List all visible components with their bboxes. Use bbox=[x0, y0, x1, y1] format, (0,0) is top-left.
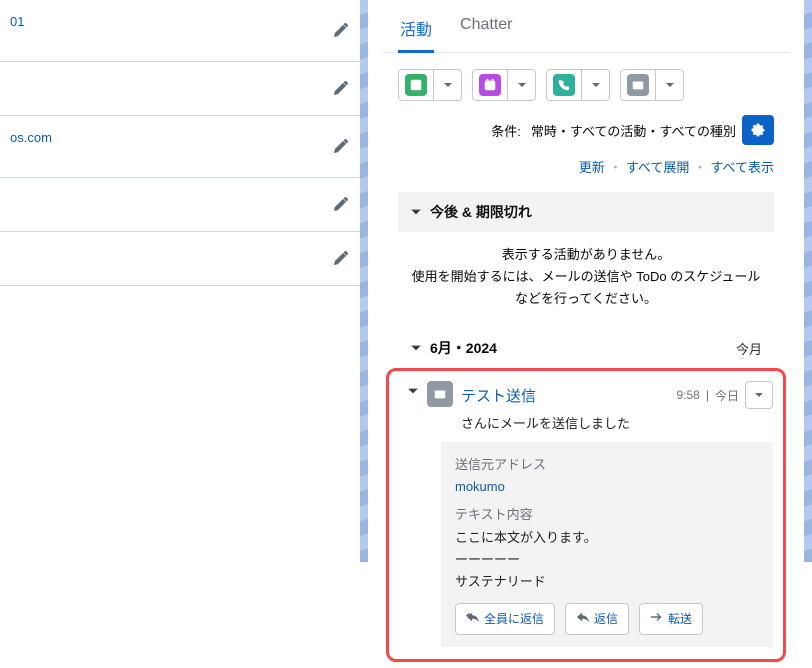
pipe-separator: | bbox=[706, 388, 709, 402]
pencil-icon[interactable] bbox=[332, 197, 348, 213]
activity-panel: 活動 Chatter bbox=[382, 0, 790, 668]
activity-tabs: 活動 Chatter bbox=[382, 6, 790, 53]
filter-prefix: 条件: bbox=[491, 121, 521, 140]
activity-actions: 全員に返信 返信 転送 bbox=[455, 603, 759, 635]
pencil-icon[interactable] bbox=[332, 139, 348, 155]
field-value-link[interactable]: 01 bbox=[10, 14, 24, 29]
tab-activity[interactable]: 活動 bbox=[398, 10, 434, 53]
highlighted-activity-item: テスト送信 9:58 | 今日 さんにメールを送信しました bbox=[386, 368, 786, 662]
activity-day: 今日 bbox=[715, 387, 739, 404]
reply-icon bbox=[576, 609, 590, 629]
reply-button[interactable]: 返信 bbox=[565, 603, 629, 635]
email-icon bbox=[427, 381, 453, 407]
filter-settings-button[interactable] bbox=[742, 115, 774, 145]
from-address-label: 送信元アドレス bbox=[455, 454, 759, 476]
detail-field-row: os.com bbox=[0, 116, 360, 178]
record-detail-panel: 01 os.com bbox=[0, 0, 360, 562]
detail-field-row bbox=[0, 232, 360, 286]
text-body-tail: サステナリード bbox=[455, 571, 759, 593]
filter-value: 常時・すべての活動・すべての種別 bbox=[531, 121, 736, 140]
pencil-icon[interactable] bbox=[332, 251, 348, 267]
chevron-down-icon bbox=[754, 390, 764, 400]
phone-icon bbox=[553, 74, 575, 96]
from-address-link[interactable]: mokumo bbox=[455, 476, 759, 498]
reply-all-label: 全員に返信 bbox=[484, 609, 544, 629]
activity-link-row: 更新 ・ すべて展開 ・ すべて表示 bbox=[382, 149, 790, 192]
event-dropdown-caret[interactable] bbox=[508, 69, 536, 101]
empty-line-1: 表示する活動がありません。 bbox=[406, 244, 766, 266]
pencil-icon[interactable] bbox=[332, 81, 348, 97]
send-email-button[interactable] bbox=[620, 69, 656, 101]
expand-all-link[interactable]: すべて展開 bbox=[626, 157, 690, 176]
detail-field-row bbox=[0, 178, 360, 232]
activity-time-value: 9:58 bbox=[677, 388, 700, 402]
show-all-link[interactable]: すべて表示 bbox=[710, 157, 774, 176]
reply-label: 返信 bbox=[594, 609, 618, 629]
tab-chatter[interactable]: Chatter bbox=[458, 10, 514, 53]
upcoming-title: 今後 & 期限切れ bbox=[430, 202, 532, 222]
reply-all-button[interactable]: 全員に返信 bbox=[455, 603, 555, 635]
empty-line-2: 使用を開始するには、メールの送信や ToDo のスケジュールなどを行ってください… bbox=[406, 266, 766, 310]
chevron-down-icon bbox=[410, 206, 422, 218]
month-label: 6月・2024 bbox=[430, 338, 497, 358]
calendar-icon bbox=[479, 74, 501, 96]
activity-subtitle: さんにメールを送信しました bbox=[461, 413, 773, 432]
detail-field-row bbox=[0, 62, 360, 116]
dot-separator: ・ bbox=[609, 157, 622, 176]
month-badge: 今月 bbox=[736, 339, 762, 358]
detail-field-row: 01 bbox=[0, 0, 360, 62]
text-body-1: ここに本文が入ります。 bbox=[455, 527, 759, 549]
activity-title-link[interactable]: テスト送信 bbox=[461, 385, 536, 406]
email-dropdown-caret[interactable] bbox=[656, 69, 684, 101]
reply-all-icon bbox=[466, 609, 480, 629]
forward-button[interactable]: 転送 bbox=[639, 603, 703, 635]
new-event-button[interactable] bbox=[472, 69, 508, 101]
filter-line: 条件: 常時・すべての活動・すべての種別 bbox=[382, 115, 790, 149]
pencil-icon[interactable] bbox=[332, 23, 348, 39]
text-content-label: テキスト内容 bbox=[455, 504, 759, 526]
forward-icon bbox=[650, 609, 664, 629]
chevron-down-icon bbox=[410, 342, 422, 354]
task-dropdown-caret[interactable] bbox=[434, 69, 462, 101]
log-call-button[interactable] bbox=[546, 69, 582, 101]
upcoming-section-header[interactable]: 今後 & 期限切れ bbox=[398, 192, 774, 232]
activity-action-row bbox=[382, 53, 790, 115]
gear-icon bbox=[750, 122, 766, 138]
new-task-button[interactable] bbox=[398, 69, 434, 101]
dot-separator: ・ bbox=[693, 157, 706, 176]
refresh-link[interactable]: 更新 bbox=[579, 157, 605, 176]
call-dropdown-caret[interactable] bbox=[582, 69, 610, 101]
chevron-down-icon[interactable] bbox=[407, 385, 419, 397]
forward-label: 転送 bbox=[668, 609, 692, 629]
activity-expanded-body: 送信元アドレス mokumo テキスト内容 ここに本文が入ります。 ーーーーー … bbox=[441, 442, 773, 647]
month-section-header[interactable]: 6月・2024 今月 bbox=[398, 328, 774, 368]
activity-time: 9:58 | 今日 bbox=[677, 381, 774, 409]
task-icon bbox=[405, 74, 427, 96]
activity-menu-button[interactable] bbox=[745, 381, 773, 409]
text-body-sep: ーーーーー bbox=[455, 549, 759, 571]
email-icon bbox=[627, 74, 649, 96]
field-value-link[interactable]: os.com bbox=[10, 130, 52, 145]
empty-state: 表示する活動がありません。 使用を開始するには、メールの送信や ToDo のスケ… bbox=[382, 242, 790, 328]
